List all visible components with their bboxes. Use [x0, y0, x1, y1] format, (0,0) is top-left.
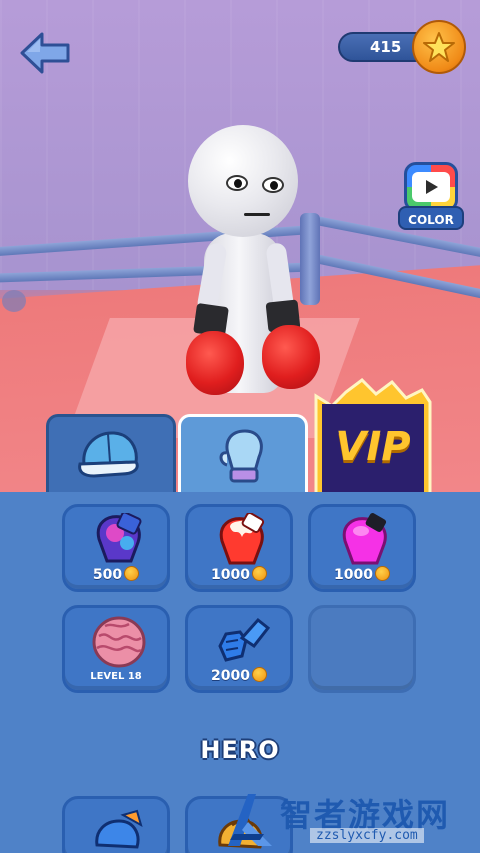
- tab-hats[interactable]: [46, 414, 176, 494]
- item-price: 1000: [188, 566, 290, 583]
- character-head: [188, 125, 298, 237]
- watermark-logo-icon: [228, 794, 272, 846]
- back-button[interactable]: [18, 30, 72, 76]
- boxer-character[interactable]: [180, 125, 330, 405]
- character-eye: [262, 177, 284, 193]
- coin-icon: [251, 667, 267, 682]
- star-icon: [423, 32, 455, 62]
- coin-star-icon: [412, 20, 466, 74]
- item-empty-slot: [308, 605, 416, 693]
- watermark: 智者游戏网 zzslyxcfy.com: [218, 784, 480, 853]
- coin-icon: [374, 566, 390, 581]
- brain-glove-icon: [92, 616, 146, 668]
- equipped-glove-left: [186, 331, 244, 395]
- play-icon: [412, 172, 450, 202]
- color-button-label: COLOR: [398, 206, 464, 230]
- color-button[interactable]: COLOR: [398, 162, 464, 234]
- coin-icon: [124, 566, 140, 581]
- coin-icon: [251, 566, 267, 581]
- item-armor-glove[interactable]: 2000: [185, 605, 293, 693]
- item-galaxy-glove[interactable]: 500: [62, 504, 170, 592]
- watermark-url: zzslyxcfy.com: [310, 828, 424, 843]
- tab-gloves[interactable]: [178, 414, 308, 494]
- back-arrow-icon: [20, 32, 70, 74]
- armor-glove-icon: [218, 617, 271, 662]
- vip-label: VIP: [335, 424, 411, 470]
- pink-glove-icon: [342, 513, 387, 565]
- item-flame-glove[interactable]: 1000: [185, 504, 293, 592]
- tab-vip[interactable]: VIP: [310, 376, 436, 494]
- ring-corner-pad: [2, 290, 26, 312]
- item-price: 500: [65, 566, 167, 583]
- character-mouth: [244, 213, 270, 216]
- section-title-hero: HERO: [200, 736, 280, 764]
- item-unlock-level: LEVEL 18: [90, 671, 142, 682]
- glove-icon: [219, 428, 263, 482]
- item-price: 2000: [188, 667, 290, 684]
- item-hero-glove-1[interactable]: [62, 796, 170, 853]
- item-price: 1000: [311, 566, 413, 583]
- item-brain-glove[interactable]: LEVEL 18: [62, 605, 170, 693]
- cap-icon: [78, 430, 139, 478]
- flame-glove-icon: [219, 513, 265, 565]
- hero-glove-icon: [95, 809, 143, 849]
- item-pink-glove[interactable]: 1000: [308, 504, 416, 592]
- character-eye: [226, 175, 248, 191]
- coin-count: 415: [370, 38, 402, 56]
- galaxy-glove-icon: [96, 513, 142, 563]
